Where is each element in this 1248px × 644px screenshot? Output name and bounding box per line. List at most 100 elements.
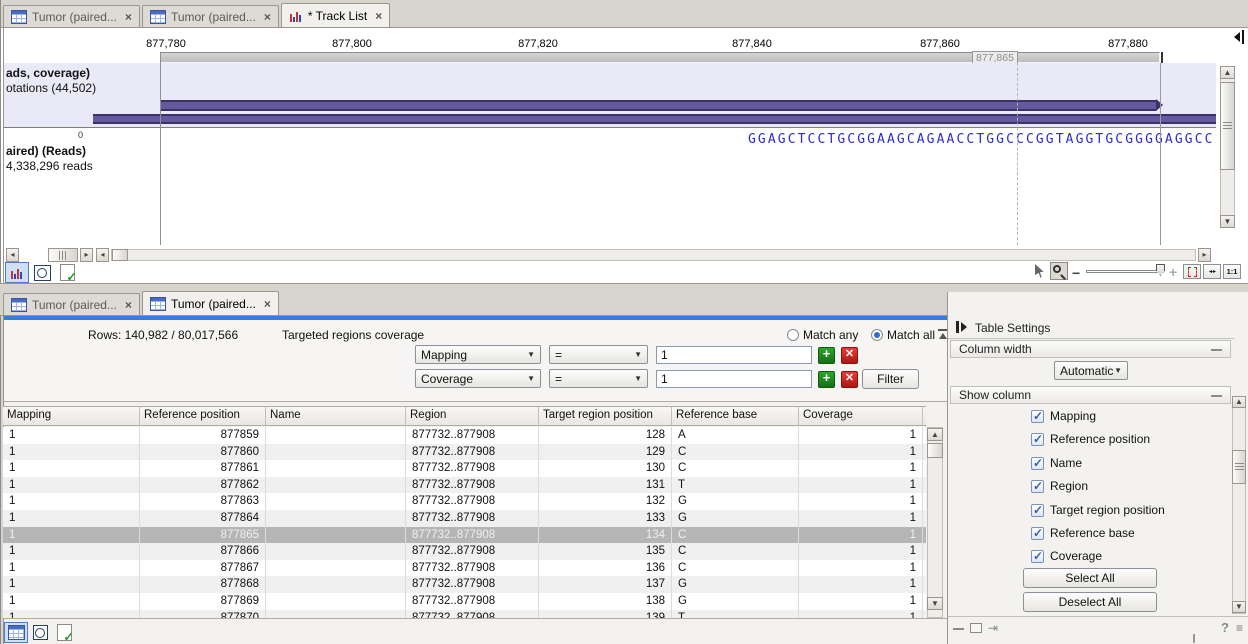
- hscroll-left-button2[interactable]: ◂: [96, 248, 109, 262]
- table-row[interactable]: 1877863877732..877908132G1: [3, 493, 926, 510]
- table-row[interactable]: 1877869877732..877908138G1: [3, 593, 926, 610]
- settings-scroll-thumb[interactable]: [1232, 450, 1246, 484]
- minimize-icon[interactable]: [1211, 395, 1222, 397]
- track-horizontal-scrollbar[interactable]: [111, 249, 1196, 261]
- top-tab-1[interactable]: Tumor (paired...×: [3, 5, 140, 27]
- top-tab-3[interactable]: * Track List×: [281, 3, 390, 27]
- zoom-in-tool-button[interactable]: [1050, 262, 1068, 280]
- match-any-label[interactable]: Match any: [803, 328, 858, 342]
- checkbox-target-region-position[interactable]: [1031, 504, 1044, 517]
- table-row[interactable]: 1877865877732..877908134C1: [3, 527, 926, 544]
- column-header-mapping[interactable]: Mapping: [3, 407, 140, 425]
- table-row[interactable]: 1877864877732..877908133G1: [3, 510, 926, 527]
- select-all-button[interactable]: Select All: [1023, 568, 1157, 588]
- zoom-in-icon[interactable]: +: [1169, 264, 1177, 280]
- panel-menu-icon[interactable]: ≡: [1236, 621, 1243, 635]
- add-filter-button[interactable]: +: [818, 371, 835, 388]
- checkbox-label[interactable]: Coverage: [1050, 549, 1102, 563]
- checkbox-region[interactable]: [1031, 480, 1044, 493]
- checkbox-label[interactable]: Reference base: [1050, 526, 1135, 540]
- transcript-annotation-bar[interactable]: [93, 114, 1216, 124]
- bottom-tab-2[interactable]: Tumor (paired...×: [142, 291, 279, 315]
- table-row[interactable]: 1877866877732..877908135C1: [3, 543, 926, 560]
- checkbox-label[interactable]: Target region position: [1050, 503, 1165, 517]
- track-scroll-thumb[interactable]: [1220, 82, 1235, 170]
- filter1-value-input[interactable]: 1: [656, 346, 812, 364]
- scroll-down-button[interactable]: ▼: [927, 597, 943, 610]
- zoom-out-icon[interactable]: −: [1072, 265, 1080, 281]
- match-any-radio[interactable]: [787, 329, 799, 341]
- checkbox-label[interactable]: Region: [1050, 479, 1088, 493]
- scroll-down-button[interactable]: ▼: [1220, 215, 1235, 228]
- close-icon[interactable]: ×: [264, 299, 271, 309]
- checkbox-label[interactable]: Reference position: [1050, 432, 1150, 446]
- close-icon[interactable]: ×: [125, 12, 132, 22]
- checkbox-reference-position[interactable]: [1031, 433, 1044, 446]
- top-tab-2[interactable]: Tumor (paired...×: [142, 5, 279, 27]
- deselect-all-button[interactable]: Deselect All: [1023, 592, 1157, 612]
- folder-icon[interactable]: [970, 623, 982, 633]
- table-row[interactable]: 1877860877732..877908129C1: [3, 444, 926, 461]
- close-icon[interactable]: ×: [375, 11, 382, 21]
- hscroll-right-button[interactable]: ▸: [80, 248, 93, 262]
- checkbox-reference-base[interactable]: [1031, 527, 1044, 540]
- checkbox-name[interactable]: [1031, 457, 1044, 470]
- collapse-panel-icon[interactable]: [1234, 30, 1246, 44]
- filter1-column-dropdown[interactable]: Mapping▼: [415, 345, 541, 364]
- column-width-section-header[interactable]: Column width: [950, 340, 1231, 358]
- column-width-dropdown[interactable]: Automatic▼: [1054, 361, 1128, 380]
- filter2-operator-dropdown[interactable]: =▼: [549, 369, 648, 388]
- dock-panel-icon[interactable]: ⇥: [988, 621, 998, 635]
- column-header-reference-position[interactable]: Reference position: [140, 407, 266, 425]
- track-list-view-button[interactable]: [5, 262, 29, 283]
- filter-button[interactable]: Filter: [862, 369, 919, 389]
- scroll-up-button[interactable]: ▲: [1220, 66, 1235, 79]
- minimize-icon[interactable]: [1211, 349, 1222, 351]
- table-row[interactable]: 1877867877732..877908136C1: [3, 560, 926, 577]
- side-panel-icon[interactable]: [956, 321, 968, 334]
- hscroll-right-button2[interactable]: ▸: [1198, 248, 1211, 262]
- filter1-operator-dropdown[interactable]: =▼: [549, 345, 648, 364]
- scroll-down-button[interactable]: ▼: [1232, 601, 1246, 613]
- remove-filter-button[interactable]: ✕: [841, 347, 858, 364]
- match-all-label[interactable]: Match all: [887, 328, 935, 342]
- add-filter-button[interactable]: +: [818, 347, 835, 364]
- table-row[interactable]: 1877870877732..877908139T1: [3, 610, 926, 618]
- checkbox-label[interactable]: Mapping: [1050, 409, 1096, 423]
- table-row[interactable]: 1877861877732..877908130C1: [3, 460, 926, 477]
- show-column-section-header[interactable]: Show column: [950, 386, 1231, 404]
- column-header-target-region-position[interactable]: Target region position: [539, 407, 672, 425]
- hscroll-left-button[interactable]: ◂: [6, 248, 19, 262]
- checkbox-coverage[interactable]: [1031, 550, 1044, 563]
- column-header-name[interactable]: Name: [266, 407, 406, 425]
- zoom-to-selection-button[interactable]: [1183, 264, 1201, 279]
- filter2-value-input[interactable]: 1: [656, 370, 812, 388]
- table-view-button[interactable]: [4, 622, 28, 643]
- hscroll-thumb[interactable]: [112, 249, 128, 261]
- help-icon[interactable]: ?: [1221, 620, 1229, 635]
- checkbox-mapping[interactable]: [1031, 410, 1044, 423]
- remove-filter-button[interactable]: ✕: [841, 371, 858, 388]
- splitter-handle[interactable]: [48, 248, 78, 262]
- bottom-tab-1[interactable]: Tumor (paired...×: [3, 293, 140, 315]
- checkbox-label[interactable]: Name: [1050, 456, 1082, 470]
- history-view-button[interactable]: [28, 622, 52, 643]
- scroll-up-button[interactable]: ▲: [927, 428, 943, 441]
- gene-annotation-bar[interactable]: [160, 100, 1156, 111]
- table-row[interactable]: 1877859877732..877908128A1: [3, 427, 926, 444]
- zoom-100-button[interactable]: 1:1: [1223, 264, 1241, 279]
- match-all-radio[interactable]: [871, 329, 883, 341]
- table-row[interactable]: 1877868877732..877908137G1: [3, 576, 926, 593]
- table-row[interactable]: 1877862877732..877908131T1: [3, 477, 926, 494]
- column-header-coverage[interactable]: Coverage: [799, 407, 923, 425]
- history-view-button[interactable]: [30, 262, 54, 283]
- element-info-view-button[interactable]: [52, 622, 76, 643]
- close-icon[interactable]: ×: [125, 300, 132, 310]
- table-body[interactable]: 1877859877732..877908128A11877860877732.…: [3, 427, 926, 618]
- fit-width-button[interactable]: ◂--▸: [1203, 264, 1221, 279]
- column-header-reference-base[interactable]: Reference base: [672, 407, 799, 425]
- column-header-region[interactable]: Region: [406, 407, 539, 425]
- element-info-view-button[interactable]: [55, 262, 79, 283]
- scroll-up-button[interactable]: ▲: [1232, 396, 1246, 408]
- table-scroll-thumb[interactable]: [927, 443, 943, 458]
